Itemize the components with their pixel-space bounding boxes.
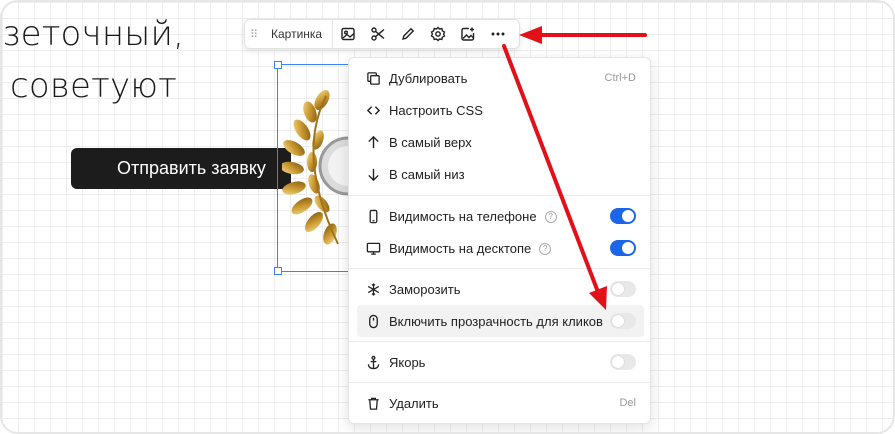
menu-divider [349, 268, 650, 269]
freeze-toggle[interactable] [610, 281, 636, 297]
menu-divider [349, 195, 650, 196]
snowflake-icon [357, 282, 389, 297]
pencil-icon[interactable] [393, 19, 423, 49]
shortcut-label: Ctrl+D [604, 72, 636, 84]
menu-item-label: Настроить CSS [389, 102, 483, 118]
more-dots-icon[interactable] [483, 19, 513, 49]
trash-icon [357, 396, 389, 411]
anchor-toggle[interactable] [610, 354, 636, 370]
menu-item-label: Дублировать [389, 70, 468, 86]
menu-item-label: Видимость на десктопе [389, 240, 532, 256]
submit-request-button[interactable]: Отправить заявку [71, 148, 291, 189]
resize-handle-top-left[interactable] [274, 61, 282, 69]
menu-item-mobile-visibility[interactable]: Видимость на телефоне? [357, 200, 644, 232]
desktop-visibility-toggle[interactable] [610, 240, 636, 256]
menu-item-delete[interactable]: Удалить Del [357, 387, 644, 419]
annotation-arrow-to-more-button [519, 26, 647, 44]
image-replace-icon[interactable] [453, 19, 483, 49]
heading-line-1: зеточный, [2, 14, 185, 54]
menu-item-duplicate[interactable]: Дублировать Ctrl+D [357, 62, 644, 94]
click-through-toggle[interactable] [610, 313, 636, 329]
editor-canvas: зеточный, советуют Отправить заявку ⠿ Ка… [0, 0, 895, 434]
menu-item-css[interactable]: Настроить CSS [357, 94, 644, 126]
menu-item-desktop-visibility[interactable]: Видимость на десктопе? [357, 232, 644, 264]
shortcut-label: Del [619, 397, 636, 409]
more-actions-menu: Дублировать Ctrl+D Настроить CSS В самый… [348, 57, 651, 424]
code-icon [357, 103, 389, 118]
menu-item-anchor[interactable]: Якорь [357, 346, 644, 378]
help-icon[interactable]: ? [544, 211, 557, 224]
menu-item-label: Удалить [389, 395, 439, 411]
menu-item-label: Видимость на телефоне [389, 208, 537, 224]
drag-grip-icon[interactable]: ⠿ [247, 28, 261, 41]
monitor-icon [357, 241, 389, 256]
menu-item-freeze[interactable]: Заморозить [357, 273, 644, 305]
arrow-up-icon [357, 135, 389, 150]
menu-item-to-top[interactable]: В самый верх [357, 126, 644, 158]
gear-icon[interactable] [423, 19, 453, 49]
phone-icon [357, 209, 389, 224]
menu-divider [349, 382, 650, 383]
image-icon[interactable] [333, 19, 363, 49]
menu-item-label: Заморозить [389, 281, 461, 297]
menu-item-label: Якорь [389, 354, 426, 370]
mouse-icon [357, 314, 389, 329]
element-toolbar: ⠿ Картинка [244, 19, 520, 49]
resize-handle-bottom-left[interactable] [274, 267, 282, 275]
menu-item-label: Включить прозрачность для кликов [389, 313, 603, 329]
element-type-label: Картинка [261, 19, 334, 49]
scissors-icon[interactable] [363, 19, 393, 49]
copy-icon [357, 71, 389, 86]
anchor-icon [357, 355, 389, 370]
menu-item-click-through[interactable]: Включить прозрачность для кликов [357, 305, 644, 337]
image-selection-frame [274, 61, 357, 275]
arrow-down-icon [357, 167, 389, 182]
menu-divider [349, 341, 650, 342]
menu-item-to-bottom[interactable]: В самый низ [357, 158, 644, 190]
heading-line-2: советуют [10, 66, 178, 106]
menu-item-label: В самый низ [389, 166, 465, 182]
help-icon[interactable]: ? [539, 243, 552, 256]
mobile-visibility-toggle[interactable] [610, 208, 636, 224]
menu-item-label: В самый верх [389, 134, 472, 150]
